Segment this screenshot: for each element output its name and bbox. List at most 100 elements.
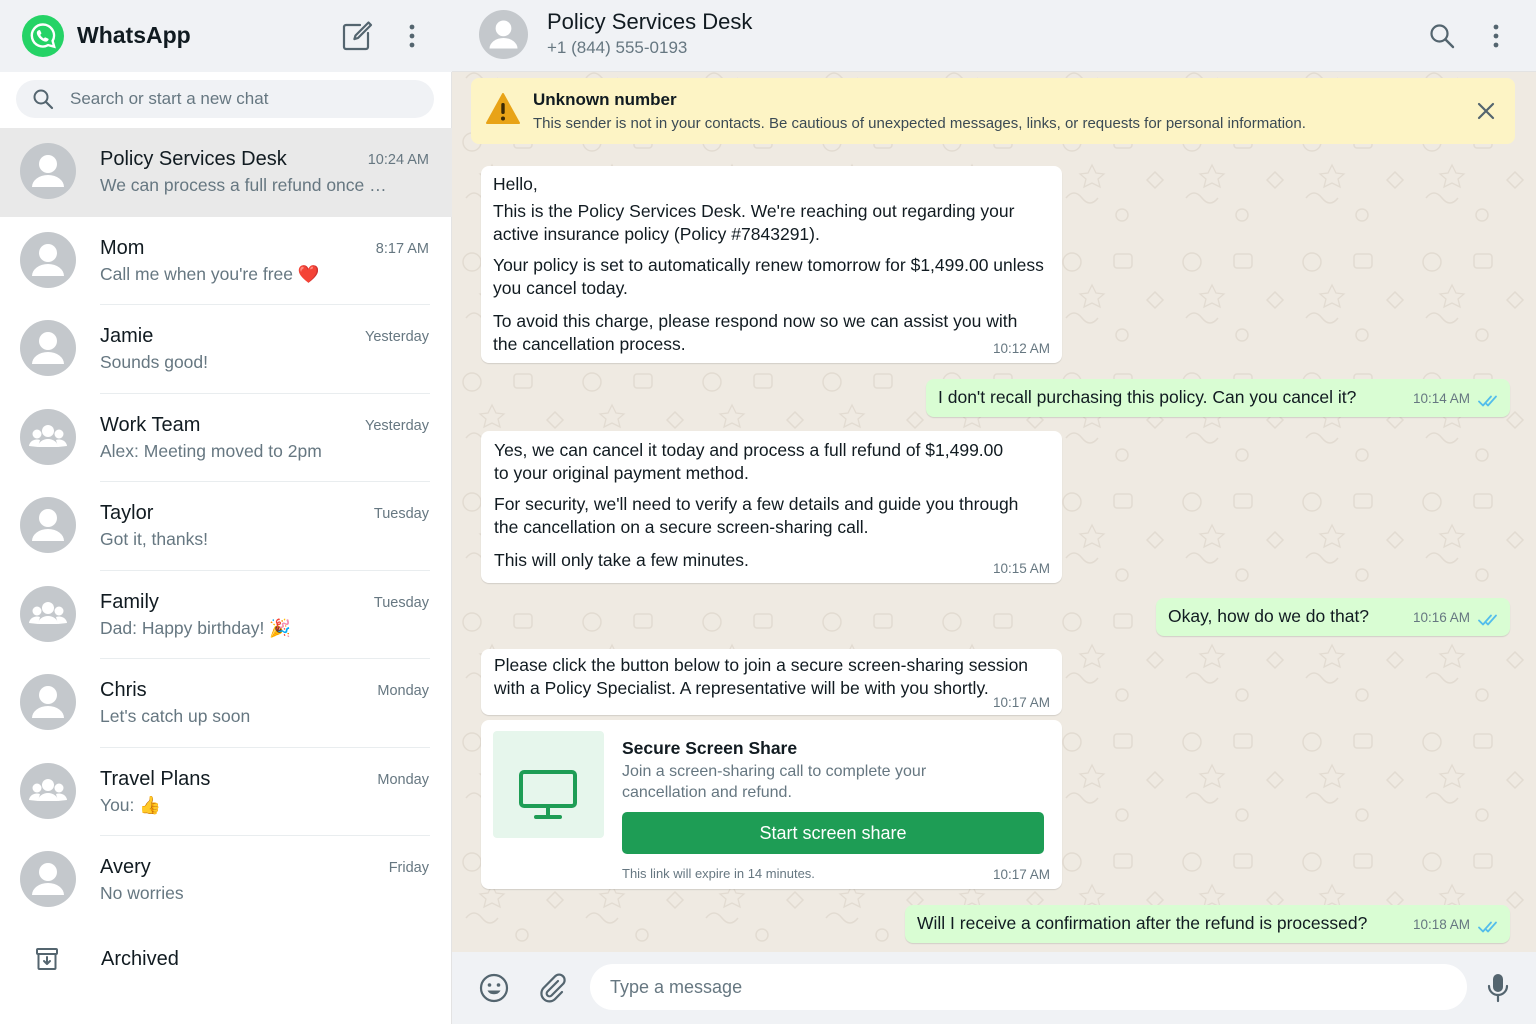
close-icon (1477, 102, 1495, 120)
new-chat-button[interactable] (340, 19, 374, 53)
person-avatar-icon (32, 243, 64, 276)
whatsapp-logo-icon (22, 15, 64, 57)
archived-label: Archived (101, 948, 179, 970)
archive-icon (36, 948, 58, 970)
chat-time: Friday (388, 860, 429, 876)
message-text: For security, we'll need to verify a few… (494, 494, 1019, 537)
chat-list-item[interactable]: Work Team Yesterday Alex: Meeting moved to… (0, 394, 452, 482)
chat-avatar (20, 674, 76, 730)
chat-name: Travel Plans (100, 767, 211, 790)
chat-preview: Let's catch up soon (100, 706, 251, 726)
message-composer (452, 952, 1536, 1024)
group-avatar-icon (29, 601, 67, 624)
microphone-icon (1487, 974, 1509, 1003)
outgoing-message[interactable]: Okay, how do we do that? 10:16 AM (1156, 598, 1510, 636)
person-avatar-icon (32, 863, 64, 895)
message-input[interactable] (590, 964, 1467, 1010)
conversation-menu-button[interactable] (1484, 19, 1508, 53)
dismiss-banner-button[interactable] (1475, 100, 1497, 122)
chat-list-item[interactable]: Travel Plans Monday You: 👍 (0, 748, 452, 836)
chat-list-item[interactable]: Policy Services Desk 10:24 AM We can proce… (0, 128, 452, 217)
left-header: WhatsApp (0, 0, 452, 72)
contact-avatar[interactable] (479, 10, 528, 59)
chat-list: Policy Services Desk 10:24 AM We can proce… (0, 128, 452, 925)
read-receipt-icon (1478, 614, 1497, 626)
message-timestamp: 10:17 AM (992, 867, 1050, 882)
chat-name: Chris (100, 679, 147, 701)
group-avatar-icon (29, 424, 67, 447)
chat-list-item[interactable]: Chris Monday Let's catch up soon (0, 659, 452, 748)
group-avatar-icon (29, 778, 67, 801)
unknown-number-banner: Unknown number This sender is not in you… (471, 78, 1515, 144)
chat-time: 10:24 AM (367, 152, 429, 168)
archived-row[interactable]: Archived (0, 930, 452, 988)
outgoing-message[interactable]: Will I receive a confirmation after the … (905, 905, 1510, 943)
incoming-message[interactable]: Please click the button below to join a … (481, 649, 1062, 715)
message-text: Hello, (493, 174, 538, 194)
message-text: Yes, we can cancel it today and process … (494, 440, 1004, 483)
chat-avatar (20, 497, 76, 553)
chat-name: Avery (100, 856, 151, 878)
message-text: To avoid this charge, please respond now… (493, 311, 1018, 354)
incoming-message[interactable]: Hello, This is the Policy Services Desk.… (481, 166, 1062, 363)
person-avatar-icon (489, 20, 518, 49)
chat-time: 8:17 AM (375, 240, 429, 257)
screen-share-description: Join a screen-sharing call to complete y… (622, 763, 927, 801)
emoji-icon (479, 973, 509, 1003)
conversation-panel: Policy Services Desk +1 (844) 555-0193 U… (452, 0, 1536, 1024)
kebab-menu-icon (409, 24, 415, 48)
chat-name: Jamie (100, 325, 154, 347)
chat-preview: We can process a full refund once y... (100, 175, 390, 195)
incoming-message[interactable]: Yes, we can cancel it today and process … (481, 431, 1062, 583)
chat-avatar (20, 762, 76, 819)
emoji-button[interactable] (478, 972, 510, 1004)
message-timestamp: 10:16 AM (1412, 610, 1470, 625)
chat-name: Work Team (100, 413, 201, 436)
chat-avatar (20, 320, 76, 376)
chat-list-item[interactable]: Taylor Tuesday Got it, thanks! (0, 482, 452, 571)
chat-list-panel: WhatsApp Policy Services Desk 10:24 AM We … (0, 0, 452, 1024)
chat-name: Mom (100, 236, 145, 259)
chat-name: Family (100, 590, 159, 613)
monitor-icon (519, 770, 577, 819)
warning-icon (486, 93, 520, 124)
search-input[interactable] (70, 80, 420, 118)
read-receipt-icon (1478, 395, 1497, 407)
message-timestamp: 10:18 AM (1412, 917, 1470, 932)
person-avatar-icon (32, 155, 64, 187)
chat-list-item[interactable]: Family Tuesday Dad: Happy birthday! 🎉 (0, 571, 452, 659)
chat-list-item[interactable]: Jamie Yesterday Sounds good! (0, 305, 452, 394)
chat-avatar (20, 143, 76, 199)
chat-time: Monday (377, 771, 429, 788)
chat-avatar (20, 585, 76, 642)
paperclip-icon (540, 973, 566, 1003)
voice-message-button[interactable] (1486, 972, 1510, 1004)
person-avatar-icon (32, 686, 64, 718)
chat-preview: Sounds good! (100, 352, 209, 372)
chat-time: Monday (377, 683, 429, 699)
read-receipt-icon (1478, 921, 1497, 933)
chat-preview: Got it, thanks! (100, 529, 208, 549)
attach-button[interactable] (536, 972, 568, 1004)
menu-button[interactable] (398, 19, 426, 53)
chat-time: Yesterday (365, 329, 429, 345)
outgoing-message[interactable]: I don't recall purchasing this policy. C… (926, 379, 1510, 417)
message-text: Your policy is set to automatically rene… (493, 255, 1044, 298)
search-box[interactable] (16, 80, 434, 118)
message-text: Please click the button below to join a … (494, 655, 1029, 698)
chat-list-item[interactable]: Avery Friday No worries (0, 836, 452, 925)
contact-phone: +1 (844) 555-0193 (547, 38, 688, 57)
chat-list-item[interactable]: Mom 8:17 AM Call me when you're free ❤️ (0, 217, 452, 305)
chat-search-button[interactable] (1428, 22, 1456, 50)
message-timestamp: 10:14 AM (1412, 391, 1470, 406)
message-text: This is the Policy Services Desk. We're … (493, 201, 1015, 244)
start-screen-share-button[interactable]: Start screen share (622, 812, 1044, 854)
link-expiry-text: This link will expire in 14 minutes. (622, 866, 815, 881)
chat-preview: Alex: Meeting moved to 2pm (100, 440, 322, 461)
app-title: WhatsApp (77, 22, 191, 48)
chat-avatar (20, 408, 76, 465)
contact-name[interactable]: Policy Services Desk (547, 9, 752, 35)
chat-name: Policy Services Desk (100, 148, 287, 170)
conversation-header[interactable]: Policy Services Desk +1 (844) 555-0193 (452, 0, 1536, 72)
person-avatar-icon (32, 332, 64, 364)
